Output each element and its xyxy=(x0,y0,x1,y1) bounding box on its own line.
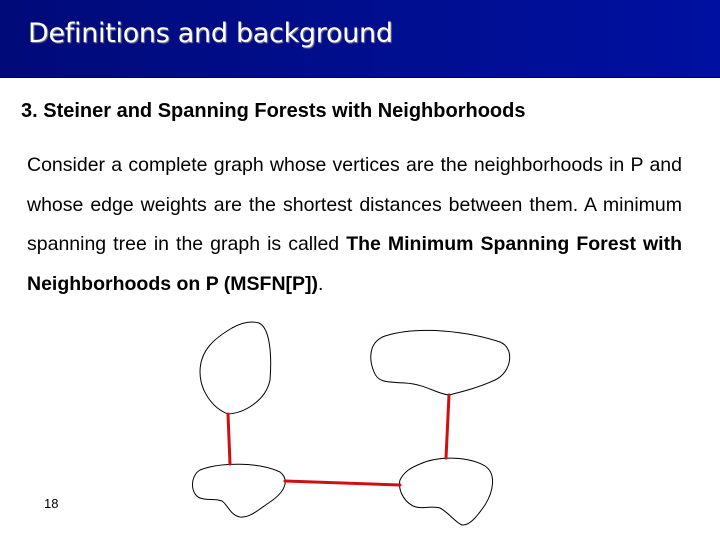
edge-bottom-left-to-bottom-right xyxy=(283,479,402,487)
neighborhood-forest-diagram xyxy=(192,321,510,526)
edge-top-left-to-bottom-left xyxy=(226,412,232,466)
neighborhood-bottom-left xyxy=(192,463,286,518)
page-number: 18 xyxy=(44,496,59,511)
edge-top-right-to-bottom-right xyxy=(444,393,451,460)
neighborhood-top-left xyxy=(199,321,272,415)
neighborhood-top-right xyxy=(370,329,510,396)
neighborhood-bottom-right xyxy=(399,457,493,526)
